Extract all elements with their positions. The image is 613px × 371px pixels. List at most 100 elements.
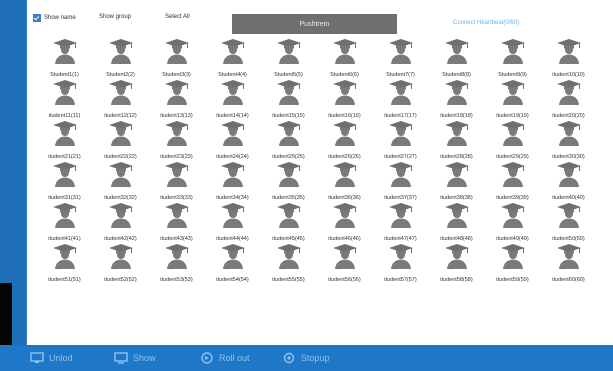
graduate-avatar-icon — [276, 202, 302, 233]
student-tile[interactable]: itudent51(51) — [37, 243, 92, 284]
student-name: Student1(1) — [50, 72, 79, 78]
student-tile[interactable]: itudent25(25) — [261, 120, 316, 161]
student-name: itudent60(60) — [552, 277, 585, 283]
student-tile[interactable]: itudent22(22) — [93, 120, 148, 161]
student-tile[interactable]: itudent28(28) — [429, 120, 484, 161]
student-tile[interactable]: Student3(3) — [149, 38, 204, 79]
graduate-avatar-icon — [388, 120, 414, 151]
student-name: itudent17(17) — [384, 113, 417, 119]
student-tile[interactable]: itudent15(15) — [261, 79, 316, 120]
graduate-avatar-icon — [500, 161, 526, 192]
graduate-avatar-icon — [164, 79, 190, 110]
student-name: itudent55(55) — [272, 277, 305, 283]
show-group-option[interactable]: Show group — [99, 14, 131, 20]
student-tile[interactable]: itudent11(11) — [37, 79, 92, 120]
student-tile[interactable]: itudent10(10) — [541, 38, 596, 79]
select-all-label: Select All — [165, 14, 190, 20]
student-name: itudent11(11) — [48, 113, 81, 119]
student-tile[interactable]: itudent59(59) — [485, 243, 540, 284]
student-tile[interactable]: itudent27(27) — [373, 120, 428, 161]
student-tile[interactable]: itudent54(54) — [205, 243, 260, 284]
student-name: itudent14(14) — [216, 113, 249, 119]
student-tile[interactable]: itudent14(14) — [205, 79, 260, 120]
graduate-avatar-icon — [444, 202, 470, 233]
student-tile[interactable]: Student2(2) — [93, 38, 148, 79]
student-tile[interactable]: itudent55(55) — [261, 243, 316, 284]
student-tile[interactable]: itudent50(50) — [541, 202, 596, 243]
student-tile[interactable]: itudent19(19) — [485, 79, 540, 120]
student-tile[interactable]: Student8(8) — [429, 38, 484, 79]
student-tile[interactable]: Student7(7) — [373, 38, 428, 79]
student-grid: Student1(1) Student2(2) Student3(3) Stud… — [37, 38, 607, 284]
student-tile[interactable]: itudent42(42) — [93, 202, 148, 243]
student-tile[interactable]: itudent45(45) — [261, 202, 316, 243]
student-tile[interactable]: Student5(5) — [261, 38, 316, 79]
student-tile[interactable]: itudent39(39) — [485, 161, 540, 202]
graduate-avatar-icon — [388, 38, 414, 69]
student-tile[interactable]: itudent38(38) — [429, 161, 484, 202]
graduate-avatar-icon — [444, 38, 470, 69]
student-tile[interactable]: itudent32(32) — [93, 161, 148, 202]
connection-status-link[interactable]: Connect Heartbeat(0/60) — [453, 20, 519, 26]
student-tile[interactable]: itudent31(31) — [37, 161, 92, 202]
student-tile[interactable]: itudent24(24) — [205, 120, 260, 161]
student-tile[interactable]: itudent56(56) — [317, 243, 372, 284]
student-tile[interactable]: Student9(9) — [485, 38, 540, 79]
show-name-checkbox[interactable]: Show name — [33, 14, 76, 22]
student-tile[interactable]: itudent35(35) — [261, 161, 316, 202]
graduate-avatar-icon — [164, 120, 190, 151]
show-label: Show — [133, 353, 156, 363]
student-name: itudent32(32) — [104, 195, 137, 201]
student-tile[interactable]: itudent30(30) — [541, 120, 596, 161]
student-tile[interactable]: itudent48(48) — [429, 202, 484, 243]
roll-out-button[interactable]: Roll out — [200, 351, 250, 365]
student-name: itudent21(21) — [48, 154, 81, 160]
graduate-avatar-icon — [332, 120, 358, 151]
student-tile[interactable]: itudent26(26) — [317, 120, 372, 161]
student-tile[interactable]: itudent34(34) — [205, 161, 260, 202]
show-group-label: Show group — [99, 14, 132, 20]
student-tile[interactable]: itudent13(13) — [149, 79, 204, 120]
student-tile[interactable]: itudent58(58) — [429, 243, 484, 284]
graduate-avatar-icon — [556, 243, 582, 274]
student-tile[interactable]: itudent57(57) — [373, 243, 428, 284]
student-tile[interactable]: itudent44(44) — [205, 202, 260, 243]
student-name: itudent26(26) — [328, 154, 361, 160]
student-tile[interactable]: itudent40(40) — [541, 161, 596, 202]
student-tile[interactable]: itudent41(41) — [37, 202, 92, 243]
student-tile[interactable]: Student1(1) — [37, 38, 92, 79]
push-button[interactable]: Pushtrem — [232, 14, 397, 34]
student-tile[interactable]: itudent29(29) — [485, 120, 540, 161]
student-tile[interactable]: itudent53(53) — [149, 243, 204, 284]
student-tile[interactable]: itudent16(16) — [317, 79, 372, 120]
student-tile[interactable]: itudent60(60) — [541, 243, 596, 284]
student-name: Student9(9) — [498, 72, 527, 78]
student-tile[interactable]: Student6(6) — [317, 38, 372, 79]
student-name: itudent33(33) — [160, 195, 193, 201]
show-button[interactable]: Show — [114, 351, 156, 365]
stop-button[interactable]: Stopup — [282, 351, 330, 365]
student-tile[interactable]: itudent20(20) — [541, 79, 596, 120]
unlock-button[interactable]: Unlod — [30, 351, 73, 365]
student-tile[interactable]: itudent46(46) — [317, 202, 372, 243]
graduate-avatar-icon — [500, 120, 526, 151]
student-name: Student4(4) — [218, 72, 247, 78]
unlock-label: Unlod — [49, 353, 73, 363]
student-tile[interactable]: itudent23(23) — [149, 120, 204, 161]
student-tile[interactable]: itudent43(43) — [149, 202, 204, 243]
student-tile[interactable]: itudent52(52) — [93, 243, 148, 284]
student-tile[interactable]: itudent17(17) — [373, 79, 428, 120]
select-all-option[interactable]: Select All — [165, 14, 190, 20]
student-tile[interactable]: itudent18(18) — [429, 79, 484, 120]
student-tile[interactable]: itudent49(49) — [485, 202, 540, 243]
student-tile[interactable]: itudent21(21) — [37, 120, 92, 161]
student-name: itudent57(57) — [384, 277, 417, 283]
student-tile[interactable]: itudent36(36) — [317, 161, 372, 202]
student-tile[interactable]: Student4(4) — [205, 38, 260, 79]
student-tile[interactable]: itudent47(47) — [373, 202, 428, 243]
student-tile[interactable]: itudent37(37) — [373, 161, 428, 202]
student-tile[interactable]: itudent12(12) — [93, 79, 148, 120]
student-name: Student5(5) — [274, 72, 303, 78]
graduate-avatar-icon — [276, 120, 302, 151]
student-tile[interactable]: itudent33(33) — [149, 161, 204, 202]
